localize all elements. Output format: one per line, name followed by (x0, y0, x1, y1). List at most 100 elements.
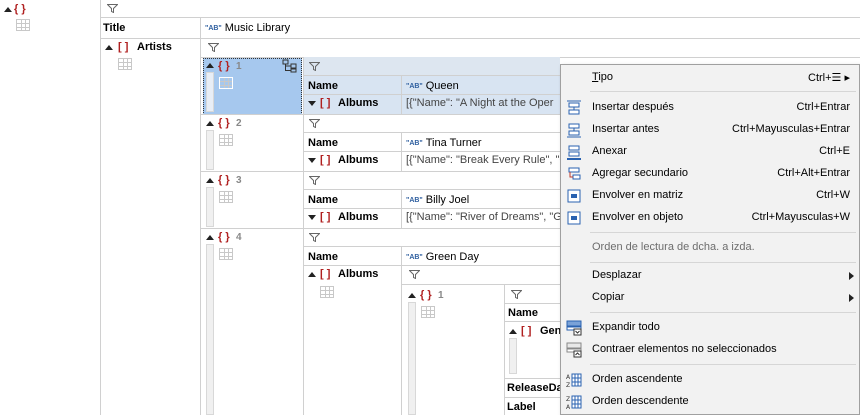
column-divider (200, 38, 201, 415)
filter-icon[interactable] (308, 62, 321, 74)
submenu-arrow-icon (849, 272, 854, 280)
menu-shortcut: Ctrl+Alt+Entrar (777, 167, 850, 179)
artist-4-albums-collapse-toggle[interactable] (308, 272, 316, 277)
artist-2-albums-key: Albums (338, 154, 379, 166)
artist-1-index: 1 (236, 61, 242, 72)
menu-item-copy[interactable]: Copiar (561, 287, 859, 309)
artists-array-brace: [ ] (118, 41, 129, 53)
root-collapse-toggle[interactable] (4, 7, 12, 12)
root-column-divider (100, 0, 101, 415)
artist-1-name-value[interactable]: "AB" Queen (406, 80, 459, 92)
artist-3-object-brace: { } (218, 174, 230, 186)
menu-item-insert-after[interactable]: Insertar después Ctrl+Entrar (561, 97, 859, 119)
album-1-name-key: Name (508, 307, 538, 319)
filter-icon[interactable] (510, 290, 523, 302)
key-value-divider (401, 246, 402, 415)
artist-3-table-view-icon[interactable] (219, 191, 233, 203)
genres-scrollbar[interactable] (509, 338, 517, 374)
filter-icon[interactable] (106, 4, 119, 16)
switch-view-icon[interactable] (282, 59, 298, 76)
artist-1-table-view-icon[interactable] (219, 77, 233, 89)
artist-1-collapse-toggle[interactable] (206, 63, 214, 68)
menu-item-move[interactable]: Desplazar (561, 265, 859, 287)
collapse-unselected-icon (566, 342, 582, 358)
append-icon (566, 144, 582, 160)
menu-item-label: Envolver en matriz (592, 189, 684, 201)
genres-key: Gen (540, 325, 562, 337)
menu-shortcut: Ctrl+Mayusculas+Entrar (732, 123, 850, 135)
artist-1-albums-value[interactable]: [{"Name": "A Night at the Oper (406, 97, 560, 109)
menu-separator (590, 312, 856, 313)
artist-4-table-view-icon[interactable] (219, 248, 233, 260)
menu-item-collapse-unselected[interactable]: Contraer elementos no seleccionados (561, 339, 859, 361)
insert-before-icon (566, 122, 582, 138)
artist-4-collapse-toggle[interactable] (206, 235, 214, 240)
artist-3-collapse-toggle[interactable] (206, 178, 214, 183)
menu-item-expand-all[interactable]: Expandir todo (561, 317, 859, 339)
album-1-collapse-toggle[interactable] (408, 293, 416, 298)
menu-item-tipo[interactable]: Tipo Ctrl+☰ ▸ (561, 67, 859, 89)
menu-item-sort-ascending[interactable]: AZ Orden ascendente (561, 369, 859, 391)
menu-item-append[interactable]: Anexar Ctrl+E (561, 141, 859, 163)
menu-item-label: Orden de lectura de dcha. a izda. (592, 241, 755, 253)
album-1-scrollbar[interactable] (408, 302, 416, 415)
artist-4-albums-key: Albums (338, 268, 379, 280)
menu-shortcut: Ctrl+Entrar (796, 101, 851, 113)
album-1-object-brace: { } (420, 289, 432, 301)
menu-item-sort-descending[interactable]: ZA Orden descendente (561, 391, 859, 413)
key-value-divider (200, 17, 201, 38)
artist-2-index: 2 (236, 118, 242, 129)
filter-icon[interactable] (207, 43, 220, 55)
string-type-icon: "AB" (406, 83, 423, 90)
artist-1-albums-expand-toggle[interactable] (308, 101, 316, 106)
menu-separator (590, 91, 856, 92)
artist-3-albums-expand-toggle[interactable] (308, 215, 316, 220)
insert-after-icon (566, 100, 582, 116)
menu-separator (590, 232, 856, 233)
menu-item-wrap-in-object[interactable]: Envolver en objeto Ctrl+Mayusculas+W (561, 207, 859, 229)
artist-2-name-value[interactable]: "AB" Tina Turner (406, 137, 482, 149)
svg-text:Z: Z (566, 396, 570, 403)
artist-4-albums-table-view-icon[interactable] (320, 286, 334, 298)
menu-item-wrap-in-array[interactable]: Envolver en matriz Ctrl+W (561, 185, 859, 207)
artist-3-name-value[interactable]: "AB" Billy Joel (406, 194, 469, 206)
artist-1-scrollbar[interactable] (206, 72, 214, 112)
filter-icon[interactable] (408, 270, 421, 282)
root-table-view-icon[interactable] (16, 19, 30, 31)
artist-3-scrollbar[interactable] (206, 187, 214, 227)
album-1-table-view-icon[interactable] (421, 306, 435, 318)
menu-separator (590, 364, 856, 365)
genres-collapse-toggle[interactable] (509, 329, 517, 334)
artist-4-scrollbar[interactable] (206, 244, 214, 415)
title-key-label: Title (103, 22, 126, 34)
artist-2-collapse-toggle[interactable] (206, 121, 214, 126)
title-value[interactable]: "AB" Music Library (205, 22, 290, 34)
filter-icon[interactable] (308, 176, 321, 188)
menu-shortcut: Ctrl+Mayusculas+W (751, 211, 850, 223)
filter-icon[interactable] (308, 233, 321, 245)
artist-3-albums-array-brace: [ ] (320, 211, 331, 223)
artist-2-albums-value[interactable]: [{"Name": "Break Every Rule", "G (406, 154, 560, 166)
submenu-arrow-icon (849, 294, 854, 302)
artists-collapse-toggle[interactable] (105, 45, 113, 50)
artist-2-albums-expand-toggle[interactable] (308, 158, 316, 163)
artist-1-object-brace: { } (218, 60, 230, 72)
menu-item-rtl-order[interactable]: Orden de lectura de dcha. a izda. (561, 237, 859, 259)
wrap-array-icon (566, 188, 582, 204)
artist-2-scrollbar[interactable] (206, 130, 214, 170)
artist-2-table-view-icon[interactable] (219, 134, 233, 146)
artist-1-albums-array-brace: [ ] (320, 97, 331, 109)
menu-item-add-child[interactable]: Agregar secundario Ctrl+Alt+Entrar (561, 163, 859, 185)
row-divider (401, 284, 560, 285)
artist-3-albums-value[interactable]: [{"Name": "River of Dreams", "G (406, 211, 560, 223)
artist-3-name-key: Name (308, 194, 338, 206)
svg-text:A: A (566, 374, 571, 381)
row-divider (304, 132, 560, 133)
artist-3-albums-key: Albums (338, 211, 379, 223)
artist-4-name-value[interactable]: "AB" Green Day (406, 251, 479, 263)
string-type-icon: "AB" (406, 140, 423, 147)
menu-item-insert-before[interactable]: Insertar antes Ctrl+Mayusculas+Entrar (561, 119, 859, 141)
artists-table-view-icon[interactable] (118, 58, 132, 70)
menu-shortcut: Ctrl+E (819, 145, 850, 157)
filter-icon[interactable] (308, 119, 321, 131)
